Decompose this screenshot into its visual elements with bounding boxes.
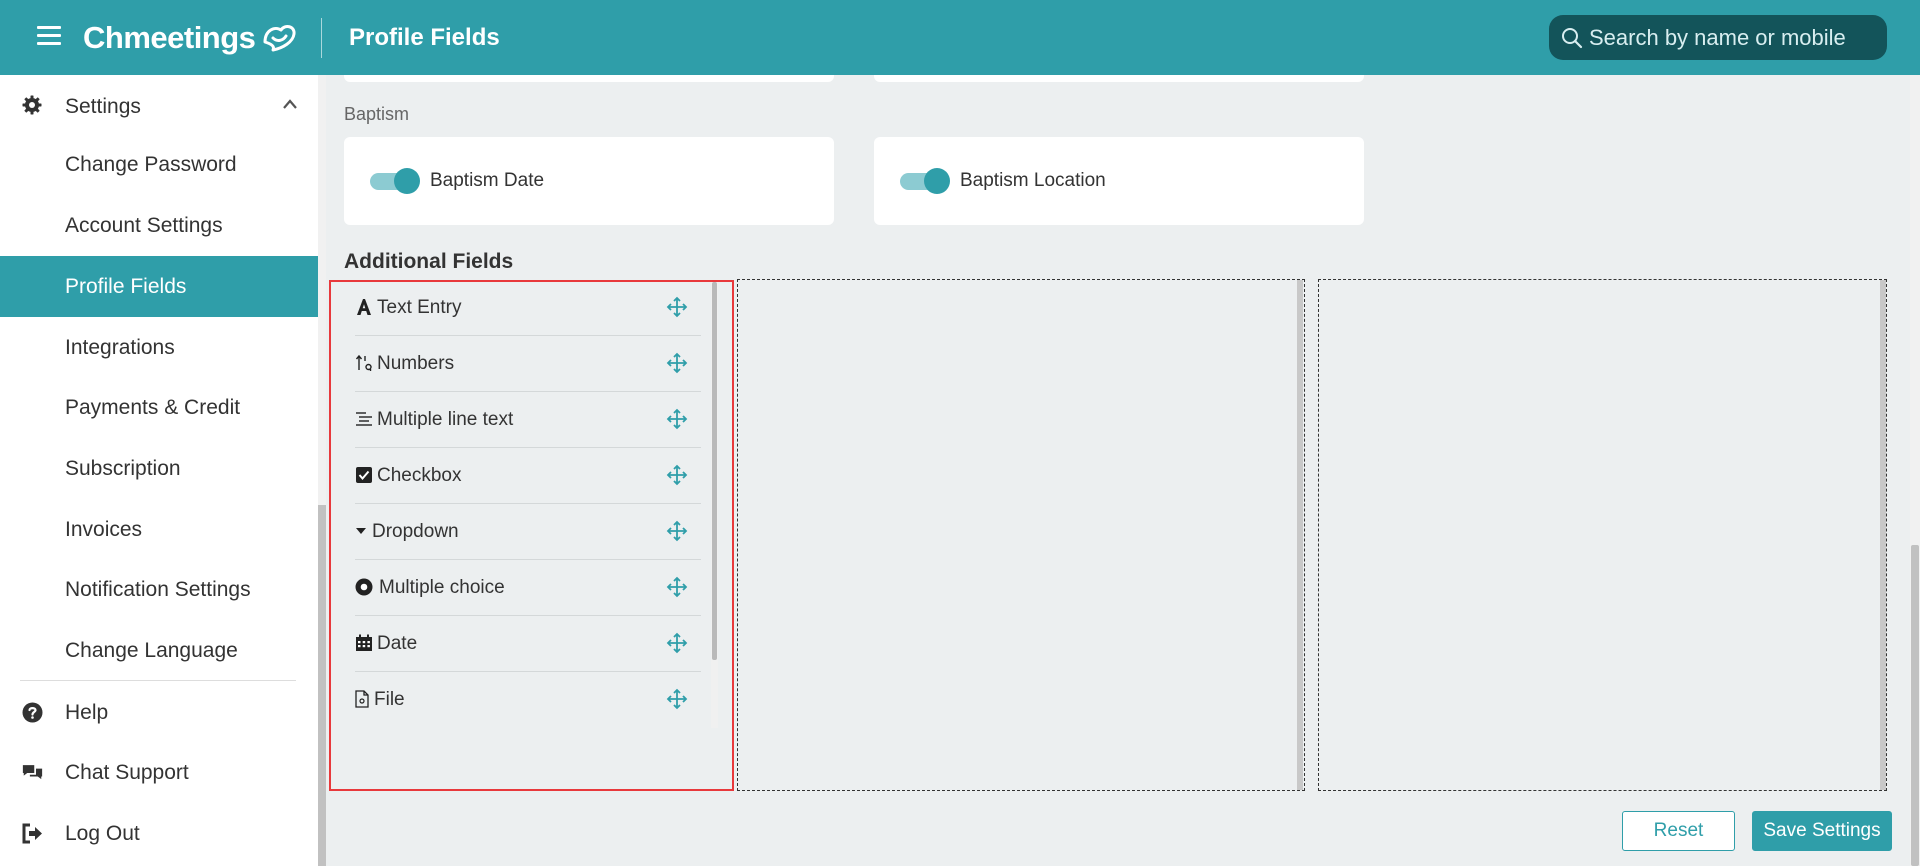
page-title: Profile Fields — [349, 24, 500, 51]
save-settings-button[interactable]: Save Settings — [1752, 811, 1892, 851]
sidebar-item-profile-fields[interactable]: Profile Fields — [0, 256, 318, 317]
sidebar-item-notification-settings[interactable]: Notification Settings — [0, 559, 318, 620]
sidebar-item-label: Integrations — [65, 335, 175, 359]
field-type-numbers[interactable]: Numbers — [355, 336, 701, 392]
numbers-icon — [355, 354, 373, 372]
sidebar-item-integrations[interactable]: Integrations — [0, 317, 318, 378]
move-icon[interactable] — [666, 296, 688, 318]
field-type-multiple-line-text[interactable]: Multiple line text — [355, 392, 701, 448]
move-icon[interactable] — [666, 464, 688, 486]
help-icon — [22, 702, 43, 723]
baptism-location-toggle[interactable] — [900, 168, 950, 194]
multiline-icon — [355, 410, 373, 428]
baptism-section-label: Baptism — [344, 104, 410, 124]
field-type-label: Multiple line text — [377, 409, 514, 430]
search-icon — [1562, 27, 1583, 48]
drop-zone-2-scrollbar[interactable] — [1880, 280, 1886, 790]
sidebar: Settings Change Password Account Setting… — [0, 75, 318, 866]
reset-button[interactable]: Reset — [1622, 811, 1735, 851]
dropdown-icon — [355, 522, 367, 540]
sidebar-item-label: Change Language — [65, 638, 238, 662]
logo[interactable]: Chmeetings — [83, 16, 299, 60]
sidebar-item-subscription[interactable]: Subscription — [0, 438, 318, 499]
gear-icon — [22, 95, 42, 115]
sidebar-item-chat-support[interactable]: Chat Support — [0, 747, 318, 797]
move-icon[interactable] — [666, 408, 688, 430]
logo-mark-icon — [263, 25, 296, 52]
baptism-location-label: Baptism Location — [960, 170, 1106, 191]
baptism-date-toggle[interactable] — [370, 168, 420, 194]
sidebar-item-change-language[interactable]: Change Language — [0, 620, 318, 681]
sidebar-item-label: Help — [65, 701, 109, 724]
toggle-knob — [394, 168, 420, 194]
additional-fields-title: Additional Fields — [344, 250, 514, 273]
sidebar-item-invoices[interactable]: Invoices — [0, 499, 318, 560]
drop-zone-column-2[interactable] — [1318, 279, 1887, 791]
header-divider — [321, 18, 322, 58]
text-icon — [355, 298, 373, 316]
field-type-label: Multiple choice — [379, 577, 505, 598]
field-type-date[interactable]: Date — [355, 616, 701, 672]
sidebar-item-label: Account Settings — [65, 213, 223, 237]
field-types-scrollbar-thumb[interactable] — [712, 282, 717, 660]
field-type-label: File — [374, 689, 405, 710]
search-input[interactable] — [1589, 24, 1879, 51]
move-icon[interactable] — [666, 576, 688, 598]
drop-zone-1-scrollbar[interactable] — [1297, 280, 1303, 790]
radio-icon — [355, 578, 373, 596]
sidebar-item-account-settings[interactable]: Account Settings — [0, 195, 318, 256]
baptism-date-label: Baptism Date — [430, 170, 545, 191]
field-type-label: Numbers — [377, 353, 455, 374]
search-box[interactable] — [1549, 15, 1887, 60]
chat-icon — [22, 765, 43, 780]
card-above-left — [344, 75, 834, 82]
chevron-up-icon[interactable] — [282, 98, 298, 110]
logout-icon — [22, 823, 42, 844]
sidebar-item-label: Subscription — [65, 456, 181, 480]
sidebar-section-label: Settings — [65, 95, 141, 118]
calendar-icon — [355, 634, 373, 652]
main-scrollbar-thumb[interactable] — [1911, 545, 1919, 866]
card-above-right — [874, 75, 1364, 82]
sidebar-item-change-password[interactable]: Change Password — [0, 134, 318, 195]
sidebar-scrollbar-thumb[interactable] — [318, 505, 326, 866]
move-icon[interactable] — [666, 688, 688, 710]
sidebar-item-help[interactable]: Help — [0, 687, 318, 737]
baptism-date-card: Baptism Date — [344, 137, 834, 225]
menu-icon[interactable] — [37, 26, 61, 46]
sidebar-divider — [20, 680, 296, 681]
field-type-label: Checkbox — [377, 465, 462, 486]
toggle-knob — [924, 168, 950, 194]
field-type-text-entry[interactable]: Text Entry — [355, 280, 701, 336]
drop-zone-column-1[interactable] — [737, 279, 1305, 791]
sidebar-item-label: Notification Settings — [65, 577, 251, 601]
baptism-location-card: Baptism Location — [874, 137, 1364, 225]
sidebar-item-payments-credit[interactable]: Payments & Credit — [0, 377, 318, 438]
sidebar-item-label: Chat Support — [65, 761, 189, 784]
brand-name: Chmeetings — [83, 20, 256, 55]
sidebar-item-label: Profile Fields — [65, 274, 187, 298]
sidebar-item-label: Invoices — [65, 517, 143, 541]
field-type-label: Text Entry — [377, 297, 462, 318]
sidebar-item-label: Change Password — [65, 152, 237, 176]
sidebar-item-label: Log Out — [65, 822, 140, 845]
sidebar-section-settings[interactable]: Settings — [0, 85, 318, 125]
field-type-dropdown[interactable]: Dropdown — [355, 504, 701, 560]
field-type-file[interactable]: File — [355, 672, 701, 728]
move-icon[interactable] — [666, 520, 688, 542]
file-icon — [355, 690, 369, 708]
field-type-label: Dropdown — [372, 521, 459, 542]
move-icon[interactable] — [666, 632, 688, 654]
field-type-checkbox[interactable]: Checkbox — [355, 448, 701, 504]
move-icon[interactable] — [666, 352, 688, 374]
field-type-multiple-choice[interactable]: Multiple choice — [355, 560, 701, 616]
top-bar: Chmeetings Profile Fields — [0, 0, 1920, 75]
sidebar-item-label: Payments & Credit — [65, 395, 241, 419]
sidebar-item-log-out[interactable]: Log Out — [0, 808, 318, 858]
checkbox-icon — [355, 466, 373, 484]
field-type-label: Date — [377, 633, 418, 654]
